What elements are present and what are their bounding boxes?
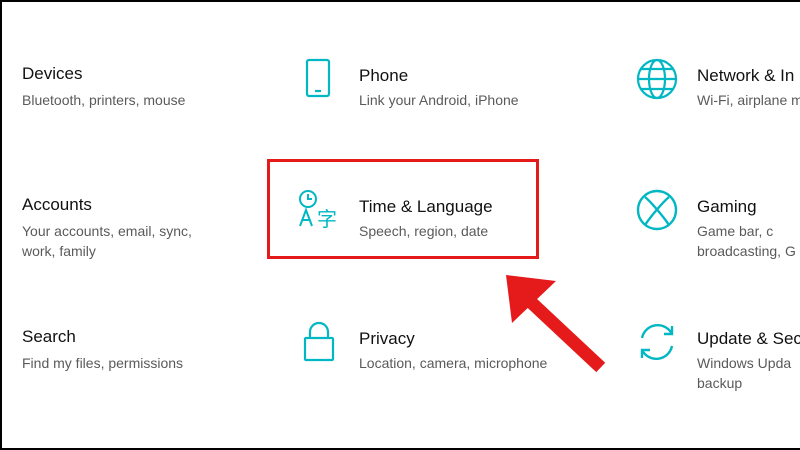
lock-icon (297, 320, 341, 364)
tile-description: Game bar, c broadcasting, G (697, 221, 796, 261)
settings-tile-gaming[interactable]: Gaming Game bar, c broadcasting, G (635, 188, 800, 261)
tile-title: Gaming (697, 197, 757, 216)
desc-line: Windows Upda (697, 355, 792, 371)
sync-icon (635, 320, 679, 364)
tile-title: Search (22, 327, 76, 346)
highlight-box (267, 159, 539, 259)
annotation-arrow-icon (506, 275, 606, 373)
globe-icon (635, 57, 679, 101)
desc-line: backup (697, 375, 743, 391)
tile-title: Accounts (22, 195, 92, 214)
tile-title: Update & Sec (697, 329, 800, 348)
desc-line: Your accounts, email, sync, (22, 223, 192, 239)
settings-tile-update-security[interactable]: Update & Sec Windows Upda backup (635, 320, 800, 393)
tile-description: Wi-Fi, airplane m (697, 92, 800, 108)
tile-description: Your accounts, email, sync, work, family (22, 221, 192, 261)
tile-description: Windows Upda backup (697, 353, 791, 393)
settings-grid: Devices Bluetooth, printers, mouse Phone… (0, 0, 800, 450)
desc-line: work, family (22, 243, 96, 259)
tile-title: Network & In (697, 66, 795, 85)
xbox-icon (635, 188, 679, 232)
tile-title: Privacy (359, 329, 415, 348)
settings-tile-network[interactable]: Network & In Wi-Fi, airplane m (635, 57, 800, 127)
phone-icon (297, 57, 341, 101)
tile-description: Link your Android, iPhone (359, 92, 519, 108)
settings-tile-phone[interactable]: Phone Link your Android, iPhone (297, 57, 557, 127)
tile-title: Phone (359, 66, 409, 85)
settings-tile-search[interactable]: Search Find my files, permissions (22, 327, 242, 397)
settings-tile-devices[interactable]: Devices Bluetooth, printers, mouse (22, 64, 242, 134)
tile-title: Devices (22, 64, 83, 83)
tile-description: Bluetooth, printers, mouse (22, 92, 186, 108)
desc-line: Game bar, c (697, 223, 774, 239)
desc-line: broadcasting, G (697, 243, 796, 259)
settings-tile-accounts[interactable]: Accounts Your accounts, email, sync, wor… (22, 195, 242, 265)
tile-description: Find my files, permissions (22, 355, 184, 371)
